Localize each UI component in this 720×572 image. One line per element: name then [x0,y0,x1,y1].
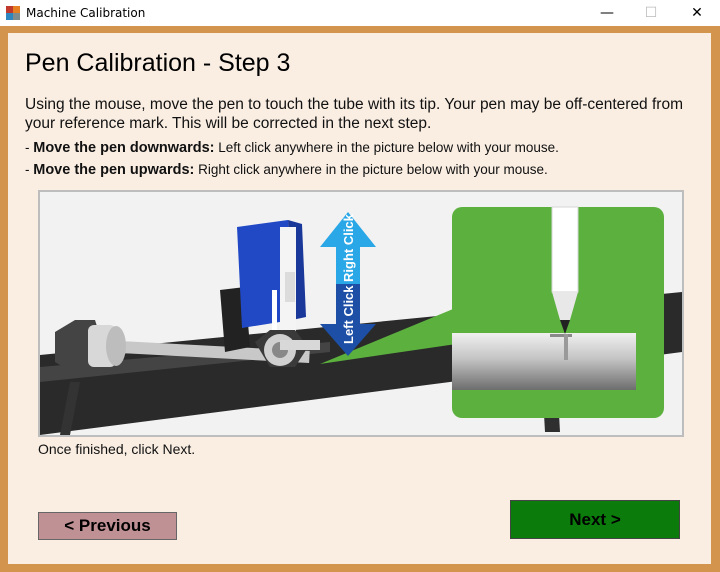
close-icon: ✕ [691,5,703,21]
next-button[interactable]: Next > [510,500,680,539]
arrow-up-label: Right Click [341,213,356,282]
title-bar[interactable]: Machine Calibration — ☐ ✕ [0,0,720,26]
bullet-bold-label: Move the pen downwards: [33,140,215,156]
bullet-dash: - [25,140,34,155]
instruction-move-up: - Move the pen upwards: Right click anyw… [25,162,548,178]
bullet-text: Right click anywhere in the picture belo… [194,162,548,177]
bullet-text: Left click anywhere in the picture below… [214,140,559,155]
pen-closeup [551,206,579,293]
previous-button[interactable]: < Previous [38,512,177,540]
calibration-picture[interactable]: Right Click Left Click [38,190,684,437]
calibration-window: Machine Calibration — ☐ ✕ Pen Calibratio… [0,0,720,572]
window-title: Machine Calibration [26,6,146,20]
app-icon [6,6,20,20]
client-area: Pen Calibration - Step 3 Using the mouse… [8,33,711,564]
instructions-text: Using the mouse, move the pen to touch t… [25,96,683,132]
page-title: Pen Calibration - Step 3 [25,49,291,77]
bullet-dash: - [25,162,34,177]
bullet-bold-label: Move the pen upwards: [33,162,195,178]
minimize-button[interactable]: — [584,0,630,26]
maximize-button[interactable]: ☐ [628,0,674,26]
close-button[interactable]: ✕ [674,0,720,26]
minimize-icon: — [600,5,614,21]
tube-closeup [452,333,636,390]
finish-hint: Once finished, click Next. [38,441,196,457]
arrow-down-label: Left Click [341,285,356,344]
machine-illustration: Right Click Left Click [40,206,682,435]
maximize-icon: ☐ [644,5,658,21]
instruction-move-down: - Move the pen downwards: Left click any… [25,140,559,156]
